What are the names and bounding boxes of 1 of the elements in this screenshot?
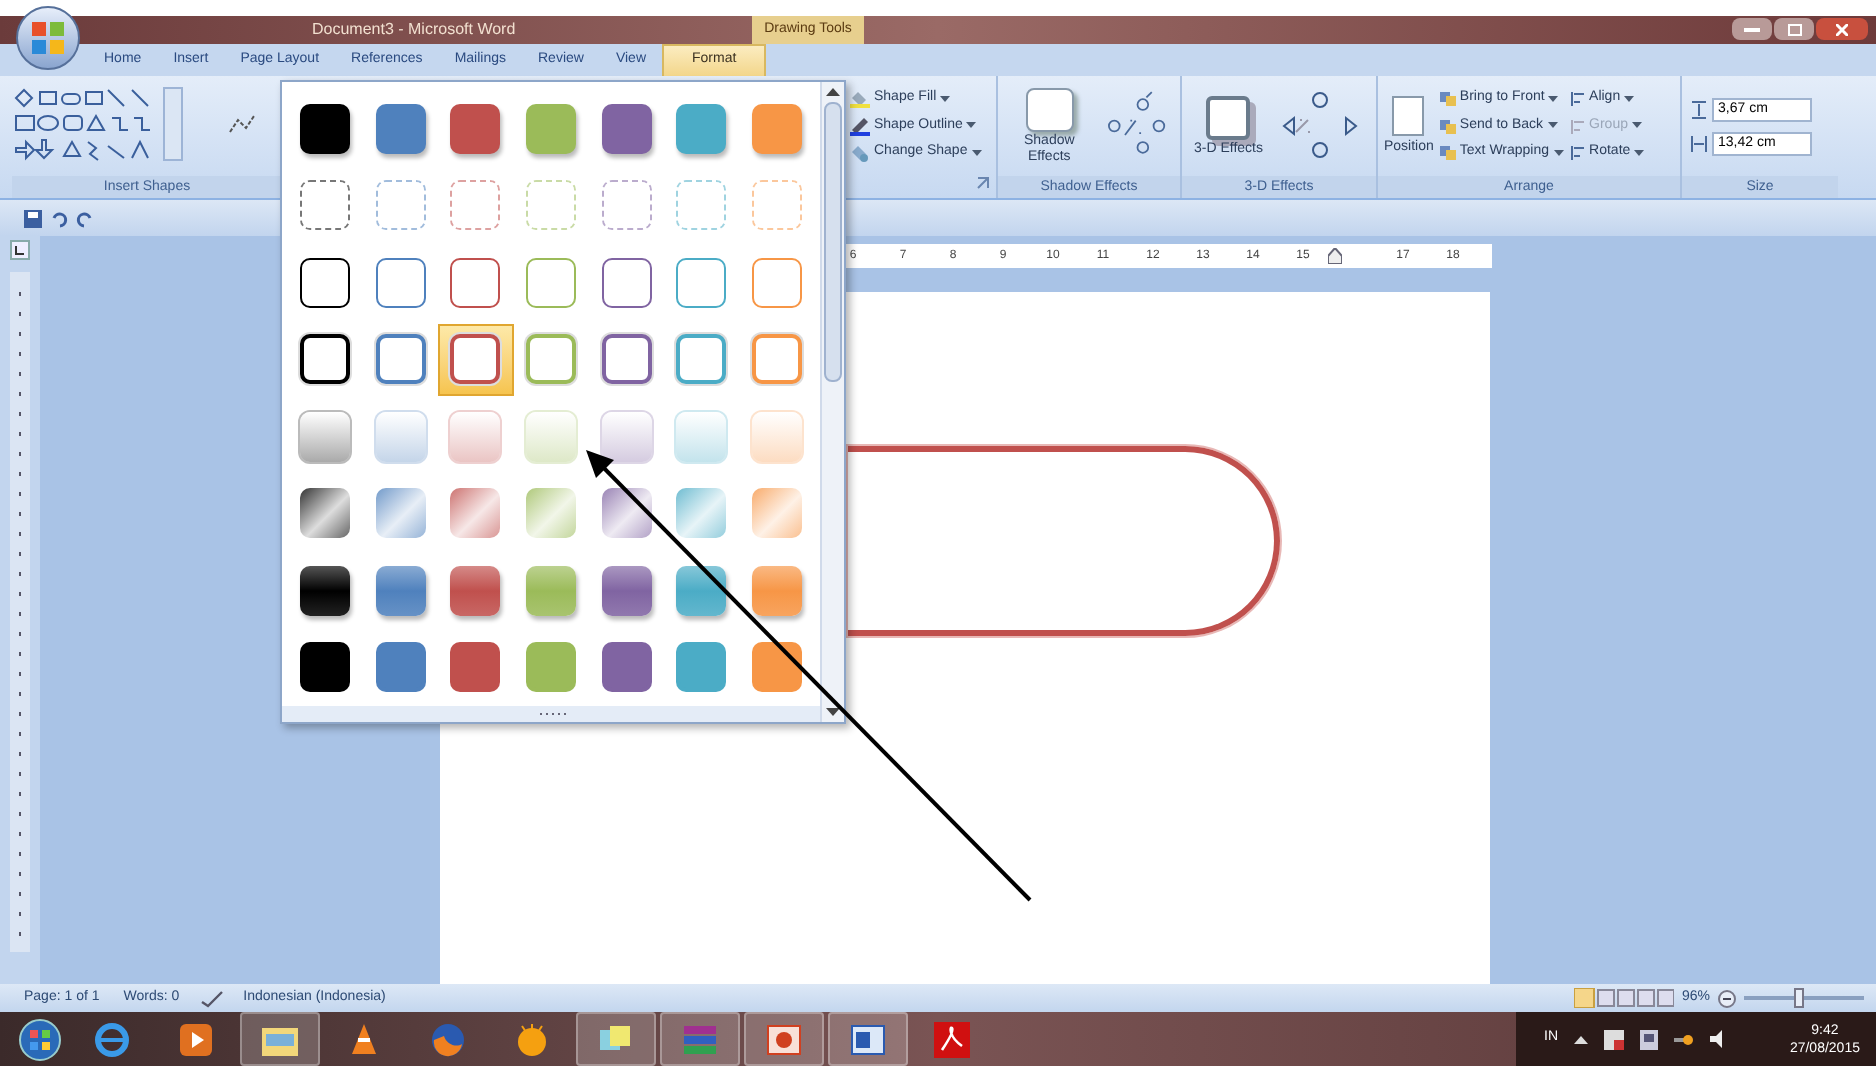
- window-title: Document3 - Microsoft Word: [312, 22, 516, 38]
